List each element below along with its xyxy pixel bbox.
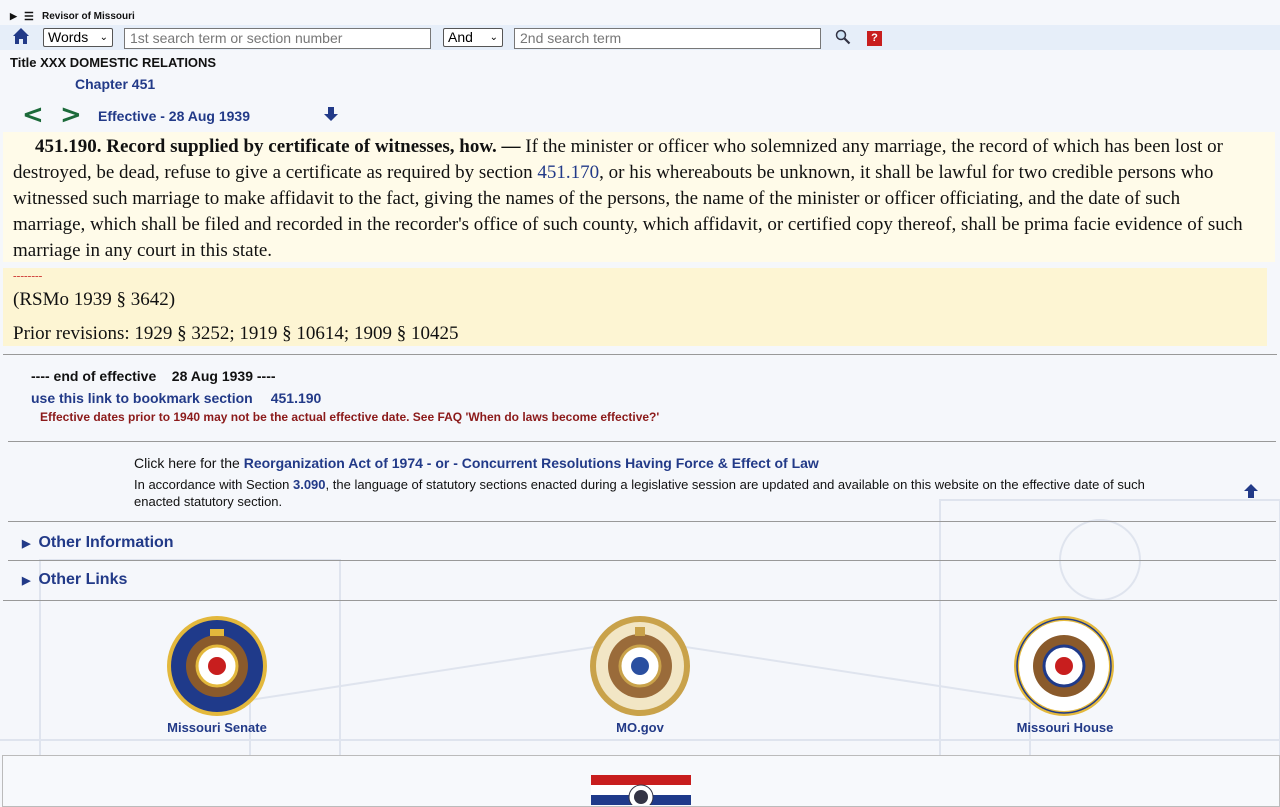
other-information-label[interactable]: Other Information [38, 534, 173, 552]
history-divider: -------- [13, 270, 43, 282]
chevron-down-icon: ⌄ [489, 32, 498, 43]
title-heading[interactable]: Title XXX DOMESTIC RELATIONS [10, 55, 216, 70]
accord-prefix: In accordance with Section [134, 477, 293, 492]
second-search-term-input[interactable]: 2nd search term [514, 28, 821, 49]
arrow-up-icon[interactable] [1242, 482, 1260, 500]
expand-triangle-icon[interactable]: ▶ [10, 11, 24, 22]
house-seal-icon[interactable] [1013, 615, 1115, 717]
home-icon[interactable] [11, 26, 31, 46]
arrow-down-icon[interactable] [322, 105, 340, 123]
divider [8, 521, 1276, 522]
help-button[interactable]: ? [867, 31, 882, 46]
mo-gov-link[interactable]: MO.gov [540, 720, 740, 735]
chevron-down-icon: ⌄ [99, 32, 108, 43]
search-operator-select[interactable]: And ⌄ [443, 28, 503, 47]
effective-date-warning[interactable]: Effective dates prior to 1940 may not be… [40, 410, 659, 424]
missouri-house-link[interactable]: Missouri House [965, 720, 1165, 735]
expand-triangle-icon: ▶ [22, 537, 31, 550]
search-mode-select[interactable]: Words ⌄ [43, 28, 113, 47]
menu-icon[interactable]: ☰ [24, 10, 42, 23]
reorganization-act-link[interactable]: Reorganization Act of 1974 - or - Concur… [244, 455, 819, 471]
reorganization-notice: Click here for the Reorganization Act of… [134, 455, 819, 471]
missouri-flag-icon[interactable] [591, 775, 691, 805]
divider [3, 354, 1277, 355]
chapter-link[interactable]: Chapter 451 [75, 76, 155, 92]
section-text: 451.190. Record supplied by certificate … [3, 132, 1275, 262]
section-number: 451.190. [35, 136, 102, 157]
previous-section-button[interactable]: < [22, 100, 44, 130]
top-bar: ▶ ☰ Revisor of Missouri [10, 9, 135, 23]
divider [3, 600, 1277, 601]
state-seal-icon[interactable] [589, 615, 691, 717]
history-box: -------- (RSMo 1939 § 3642) Prior revisi… [3, 268, 1267, 346]
end-of-effective: ---- end of effective 28 Aug 1939 ---- [31, 368, 276, 384]
missouri-senate-link[interactable]: Missouri Senate [117, 720, 317, 735]
prior-revisions: Prior revisions: 1929 § 3252; 1919 § 106… [13, 323, 459, 344]
next-section-button[interactable]: > [60, 100, 82, 130]
first-search-term-input[interactable]: 1st search term or section number [124, 28, 431, 49]
bookmark-section-number[interactable]: 451.190 [271, 390, 322, 406]
divider [8, 441, 1276, 442]
other-links-toggle[interactable]: ▶ Other Links [22, 571, 127, 589]
search-bar: Words ⌄ 1st search term or section number… [0, 25, 1280, 50]
brand-title: Revisor of Missouri [42, 10, 135, 22]
section-reference-link[interactable]: 451.170 [537, 162, 599, 183]
section-3090-link[interactable]: 3.090 [293, 477, 326, 492]
bookmark-label[interactable]: use this link to bookmark section [31, 390, 253, 406]
rsmo-citation: (RSMo 1939 § 3642) [13, 289, 176, 310]
effective-date-link[interactable]: Effective - 28 Aug 1939 [98, 108, 250, 124]
divider [8, 560, 1276, 561]
reorg-prefix: Click here for the [134, 455, 244, 471]
expand-triangle-icon: ▶ [22, 574, 31, 587]
accordance-notice: In accordance with Section 3.090, the la… [134, 476, 1164, 510]
other-information-toggle[interactable]: ▶ Other Information [22, 534, 174, 552]
section-heading: Record supplied by certificate of witnes… [106, 136, 521, 157]
senate-seal-icon[interactable] [166, 615, 268, 717]
other-links-label[interactable]: Other Links [38, 571, 127, 589]
search-icon[interactable] [835, 29, 851, 45]
bookmark-link[interactable]: use this link to bookmark section 451.190 [31, 390, 321, 406]
